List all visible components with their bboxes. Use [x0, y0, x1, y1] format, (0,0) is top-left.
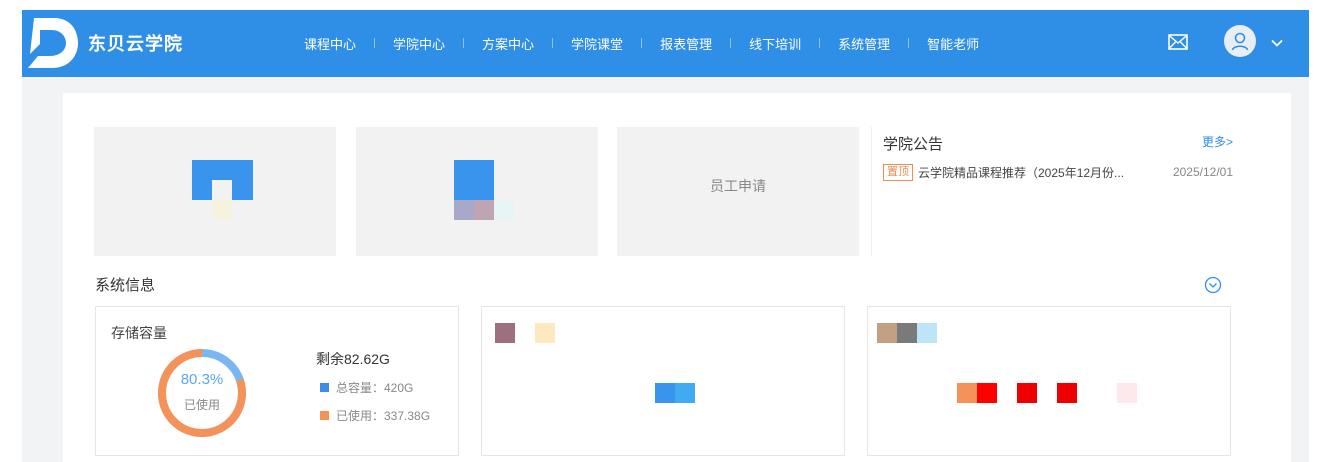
- announcement-item-title[interactable]: 云学院精品课程推荐（2025年12月份...: [918, 164, 1133, 181]
- legend-swatch-used: [320, 411, 329, 420]
- announcement-panel: 学院公告 更多> 置顶 云学院精品课程推荐（2025年12月份... 2025/…: [871, 127, 1233, 256]
- nav-item-ai-teacher[interactable]: 智能老师: [927, 34, 979, 53]
- pinned-badge: 置顶: [883, 163, 913, 181]
- nav-item-course-center[interactable]: 课程中心: [304, 34, 356, 53]
- user-avatar-icon[interactable]: [1224, 25, 1256, 57]
- chevron-circle-down-icon[interactable]: [1204, 276, 1222, 294]
- legend-total-label: 总容量：420G: [336, 381, 414, 395]
- nav-item-solution-center[interactable]: 方案中心: [482, 34, 534, 53]
- nav-divider: [463, 38, 465, 48]
- system-card-3: [867, 306, 1231, 456]
- logo-icon[interactable]: [24, 14, 80, 72]
- system-info-title: 系统信息: [95, 277, 156, 294]
- nav-divider: [374, 38, 376, 48]
- announcement-item[interactable]: 置顶 云学院精品课程推荐（2025年12月份... 2025/12/01: [883, 163, 1233, 181]
- nav-item-offline-training[interactable]: 线下培训: [749, 34, 801, 53]
- legend-swatch-total: [320, 383, 329, 392]
- shortcut-tile-1[interactable]: [94, 127, 336, 256]
- mail-icon[interactable]: [1167, 31, 1189, 53]
- brand-name[interactable]: 东贝云学院: [88, 30, 183, 56]
- storage-card: 存储容量 80.3% 已使用 剩余82.62G 总容量：420G 已使用：337…: [95, 306, 459, 456]
- nav-item-college-center[interactable]: 学院中心: [393, 34, 445, 53]
- announcement-item-date: 2025/12/01: [1172, 165, 1233, 179]
- nav-divider: [908, 38, 910, 48]
- dashboard-panel: 员工申请 学院公告 更多> 置顶 云学院精品课程推荐（2025年12月份... …: [63, 93, 1291, 462]
- storage-used-percent: 80.3%: [180, 371, 224, 388]
- legend-used-label: 已使用：337.38G: [336, 409, 431, 423]
- placeholder-image: [495, 323, 515, 343]
- storage-card-title: 存储容量: [111, 325, 167, 341]
- nav-item-classroom[interactable]: 学院课堂: [571, 34, 623, 53]
- nav-divider: [730, 38, 732, 48]
- main-nav: 课程中心 学院中心 方案中心 学院课堂 报表管理 线下培训 系统管理 智能老师: [304, 32, 979, 54]
- nav-divider: [641, 38, 643, 48]
- app-frame: 东贝云学院 课程中心 学院中心 方案中心 学院课堂 报表管理 线下培训 系统管理…: [22, 10, 1309, 462]
- chevron-down-icon[interactable]: [1270, 36, 1284, 50]
- nav-item-system-admin[interactable]: 系统管理: [838, 34, 890, 53]
- nav-item-reports[interactable]: 报表管理: [660, 34, 712, 53]
- announcement-title: 学院公告: [883, 136, 944, 153]
- announcement-more-link[interactable]: 更多>: [1202, 133, 1233, 150]
- system-card-2: [481, 306, 845, 456]
- placeholder-image: [877, 323, 897, 343]
- shortcut-tile-2[interactable]: [356, 127, 598, 256]
- nav-divider: [552, 38, 554, 48]
- shortcut-tile-employee-apply[interactable]: 员工申请: [617, 127, 859, 256]
- nav-divider: [819, 38, 821, 48]
- legend-total: 总容量：420G: [320, 379, 413, 396]
- storage-remaining: 剩余82.62G: [316, 351, 390, 367]
- tile-label: 员工申请: [710, 178, 766, 194]
- legend-used: 已使用：337.38G: [320, 407, 430, 424]
- storage-donut-chart: [158, 349, 246, 437]
- top-navigation-bar: 东贝云学院 课程中心 学院中心 方案中心 学院课堂 报表管理 线下培训 系统管理…: [22, 10, 1309, 77]
- user-icon: [1231, 32, 1249, 51]
- storage-used-label: 已使用: [183, 398, 220, 412]
- tile-2-image: [454, 160, 494, 200]
